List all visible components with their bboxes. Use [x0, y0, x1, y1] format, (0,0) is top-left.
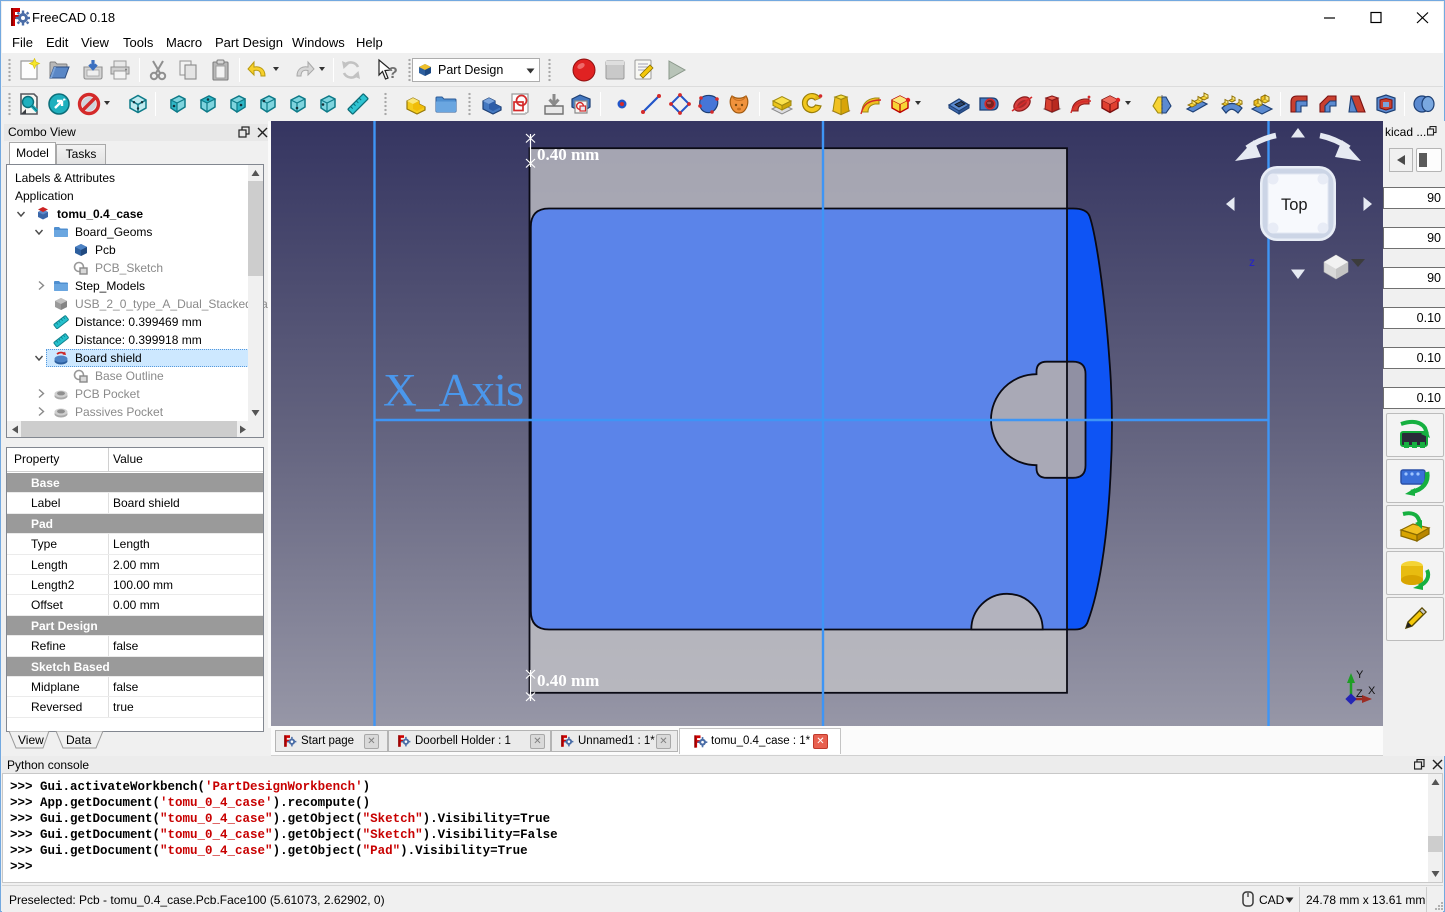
svg-text:View: View	[18, 733, 44, 747]
svg-text:X: X	[1368, 685, 1376, 697]
svg-text:0.40 mm: 0.40 mm	[537, 145, 599, 164]
svg-text:z: z	[1249, 255, 1255, 269]
svg-text:X_Axis: X_Axis	[383, 365, 523, 417]
svg-text:?: ?	[388, 65, 398, 82]
svg-text:Y: Y	[1356, 669, 1364, 681]
svg-text:Data: Data	[66, 733, 92, 747]
svg-text:Top: Top	[1281, 196, 1308, 214]
svg-text:0.40 mm: 0.40 mm	[537, 671, 599, 690]
svg-text:Z: Z	[1356, 688, 1363, 700]
